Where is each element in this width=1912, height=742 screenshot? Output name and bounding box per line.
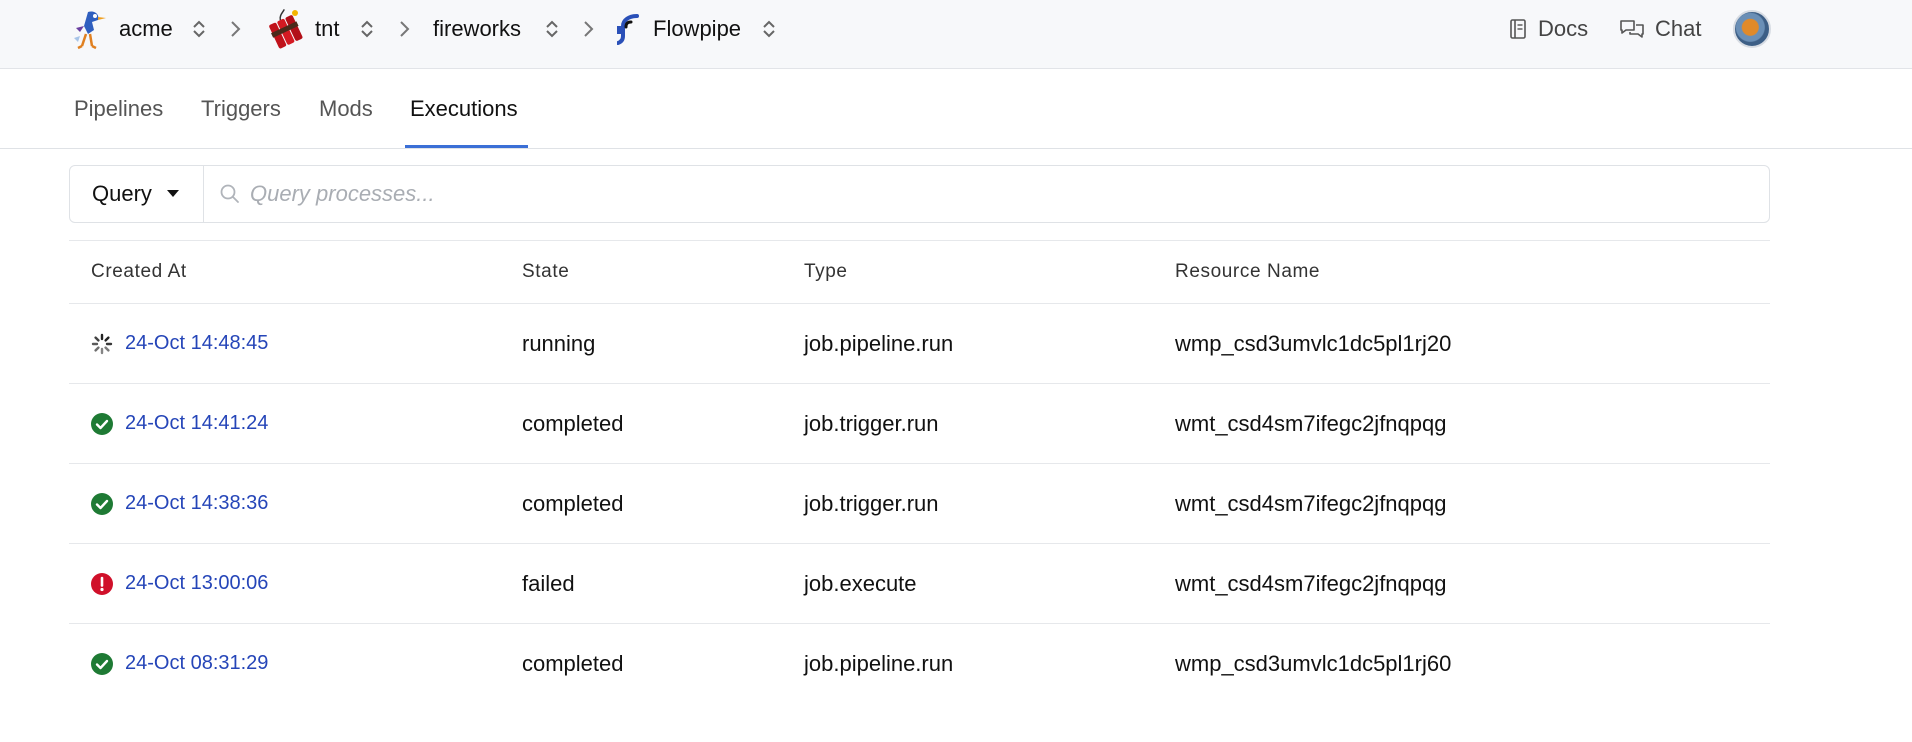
execution-state: failed [522,570,575,596]
column-header-type[interactable]: Type [804,241,848,303]
active-tab-indicator [405,145,528,148]
chevron-right-icon [400,21,410,37]
tab-mods[interactable]: Mods [319,69,373,149]
execution-type: job.execute [804,570,917,596]
execution-created-at-link[interactable]: 24-Oct 08:31:29 [125,624,268,703]
table-row[interactable]: 24-Oct 14:41:24 completed job.trigger.ru… [69,384,1770,464]
query-search-input[interactable] [250,174,1750,214]
table-row[interactable]: 24-Oct 13:00:06 failed job.execute wmt_c… [69,544,1770,624]
breadcrumb-item-acme[interactable]: acme [119,0,173,58]
table-header: Created At State Type Resource Name [69,240,1770,304]
user-avatar[interactable] [1733,10,1771,48]
execution-state: completed [522,650,624,676]
roadrunner-logo-icon [74,11,106,50]
execution-type: job.trigger.run [804,410,939,436]
top-bar: acme tnt fireworks Flowpipe Docs Chat [0,0,1912,69]
execution-resource-name: wmp_csd3umvlc1dc5pl1rj20 [1175,330,1452,356]
table-row[interactable]: 24-Oct 14:38:36 completed job.trigger.ru… [69,464,1770,544]
execution-type: job.pipeline.run [804,330,954,356]
executions-table: Created At State Type Resource Name 24-O… [69,240,1770,704]
docs-label: Docs [1538,16,1589,41]
execution-created-at-link[interactable]: 24-Oct 14:38:36 [125,464,268,543]
breadcrumb-item-flowpipe[interactable]: Flowpipe [653,0,741,58]
execution-state: completed [522,490,624,516]
selector-updown-icon[interactable] [543,17,561,41]
selector-updown-icon[interactable] [190,17,208,41]
check-circle-icon [91,413,113,435]
chevron-right-icon [231,21,241,37]
column-header-created-at[interactable]: Created At [91,241,187,303]
execution-type: job.pipeline.run [804,650,954,676]
search-icon [220,184,239,203]
execution-created-at-link[interactable]: 24-Oct 14:48:45 [125,304,268,383]
spinner-icon [91,333,113,355]
execution-state: running [522,330,596,356]
caret-down-icon [166,190,179,197]
execution-type: job.trigger.run [804,490,939,516]
error-circle-icon [91,573,113,595]
chat-bubbles-icon [1620,20,1644,38]
column-header-state[interactable]: State [522,241,569,303]
tab-pipelines[interactable]: Pipelines [74,69,163,149]
tab-bar: Pipelines Triggers Mods Executions [0,69,1912,149]
table-row[interactable]: 24-Oct 14:48:45 running job.pipeline.run… [69,304,1770,384]
execution-resource-name: wmt_csd4sm7ifegc2jfnqpqg [1175,490,1447,516]
execution-state: completed [522,410,624,436]
tab-triggers[interactable]: Triggers [201,69,281,149]
execution-resource-name: wmt_csd4sm7ifegc2jfnqpqg [1175,410,1447,436]
docs-link[interactable]: Docs [1508,0,1588,58]
flowpipe-logo-icon [617,14,639,45]
breadcrumb-label: tnt [315,16,340,41]
check-circle-icon [91,653,113,675]
chat-label: Chat [1655,16,1702,41]
table-row[interactable]: 24-Oct 08:31:29 completed job.pipeline.r… [69,624,1770,704]
execution-created-at-link[interactable]: 24-Oct 14:41:24 [125,384,268,463]
execution-created-at-link[interactable]: 24-Oct 13:00:06 [125,544,268,623]
breadcrumb-label: Flowpipe [653,16,742,41]
check-circle-icon [91,493,113,515]
query-bar: Query [69,165,1770,223]
execution-resource-name: wmt_csd4sm7ifegc2jfnqpqg [1175,570,1447,596]
book-icon [1510,19,1526,39]
tab-executions[interactable]: Executions [410,69,518,149]
execution-resource-name: wmp_csd3umvlc1dc5pl1rj60 [1175,650,1452,676]
breadcrumb-label: acme [119,16,173,41]
query-button-label: Query [92,181,152,206]
tnt-dynamite-icon [269,9,303,49]
query-dropdown-button[interactable]: Query [70,166,204,222]
breadcrumb-item-fireworks[interactable]: fireworks [433,0,521,58]
selector-updown-icon[interactable] [358,17,376,41]
breadcrumb-label: fireworks [433,16,522,41]
selector-updown-icon[interactable] [760,17,778,41]
chat-link[interactable]: Chat [1619,0,1701,58]
chevron-right-icon [584,21,594,37]
breadcrumb-item-tnt[interactable]: tnt [315,0,339,58]
column-header-resource-name[interactable]: Resource Name [1175,241,1320,303]
